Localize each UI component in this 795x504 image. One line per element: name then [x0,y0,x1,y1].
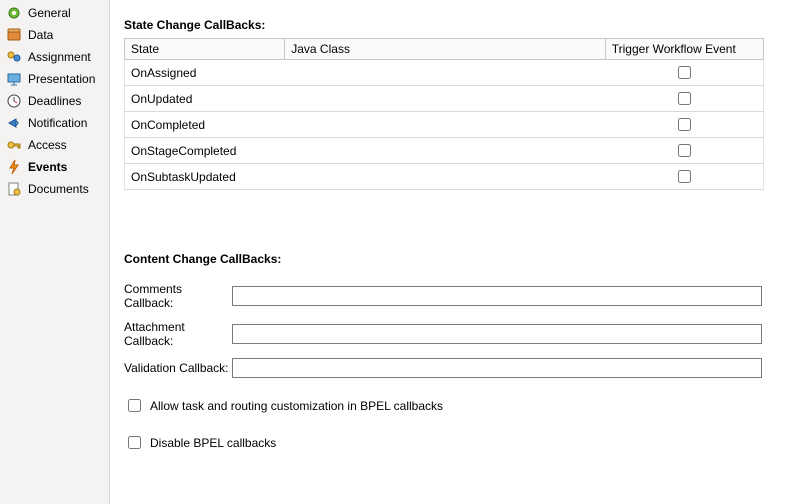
table-row[interactable]: OnSubtaskUpdated [125,164,764,190]
java-class-cell[interactable] [285,164,606,190]
gear-icon [6,5,22,21]
state-cell[interactable]: OnAssigned [125,60,285,86]
trigger-checkbox[interactable] [678,92,691,105]
presentation-icon [6,71,22,87]
disable-bpel-row: Disable BPEL callbacks [124,433,785,452]
sidebar-item-general[interactable]: General [0,2,109,24]
validation-callback-label: Validation Callback: [124,361,232,375]
state-cell[interactable]: OnCompleted [125,112,285,138]
validation-callback-row: Validation Callback: [124,358,785,378]
sidebar-item-label: Notification [28,116,87,130]
state-change-table: State Java Class Trigger Workflow Event … [124,38,764,190]
attachment-callback-input[interactable] [232,324,762,344]
content-change-title: Content Change CallBacks: [124,252,785,266]
sidebar-item-data[interactable]: Data [0,24,109,46]
lightning-icon [6,159,22,175]
sidebar-item-label: Presentation [28,72,95,86]
sidebar-item-deadlines[interactable]: Deadlines [0,90,109,112]
sidebar-item-presentation[interactable]: Presentation [0,68,109,90]
attachment-callback-label: Attachment Callback: [124,320,232,348]
state-cell[interactable]: OnUpdated [125,86,285,112]
sidebar-item-label: General [28,6,71,20]
java-class-cell[interactable] [285,86,606,112]
sidebar-item-label: Data [28,28,53,42]
assignment-icon [6,49,22,65]
table-row[interactable]: OnUpdated [125,86,764,112]
sidebar-item-events[interactable]: Events [0,156,109,178]
comments-callback-label: Comments Callback: [124,282,232,310]
sidebar-item-label: Events [28,160,67,174]
sidebar-item-label: Access [28,138,67,152]
table-row[interactable]: OnCompleted [125,112,764,138]
disable-bpel-label: Disable BPEL callbacks [150,436,276,450]
sidebar-item-documents[interactable]: Documents [0,178,109,200]
trigger-cell [605,138,763,164]
col-java-class[interactable]: Java Class [285,39,606,60]
sidebar-item-assignment[interactable]: Assignment [0,46,109,68]
key-icon [6,137,22,153]
validation-callback-input[interactable] [232,358,762,378]
java-class-cell[interactable] [285,138,606,164]
main-panel: State Change CallBacks: State Java Class… [110,0,795,504]
attachment-callback-row: Attachment Callback: [124,320,785,348]
trigger-cell [605,164,763,190]
trigger-cell [605,60,763,86]
data-icon [6,27,22,43]
document-icon [6,181,22,197]
trigger-checkbox[interactable] [678,170,691,183]
col-trigger[interactable]: Trigger Workflow Event [605,39,763,60]
trigger-checkbox[interactable] [678,118,691,131]
allow-customization-checkbox[interactable] [128,399,141,412]
trigger-cell [605,86,763,112]
state-change-title: State Change CallBacks: [124,18,785,32]
clock-icon [6,93,22,109]
state-cell[interactable]: OnStageCompleted [125,138,285,164]
sidebar-item-notification[interactable]: Notification [0,112,109,134]
col-state[interactable]: State [125,39,285,60]
comments-callback-row: Comments Callback: [124,282,785,310]
state-cell[interactable]: OnSubtaskUpdated [125,164,285,190]
disable-bpel-checkbox[interactable] [128,436,141,449]
table-row[interactable]: OnAssigned [125,60,764,86]
sidebar-item-label: Documents [28,182,89,196]
sidebar: General Data Assignment Presentation Dea… [0,0,110,504]
bell-icon [6,115,22,131]
trigger-checkbox[interactable] [678,144,691,157]
sidebar-item-label: Assignment [28,50,91,64]
allow-customization-row: Allow task and routing customization in … [124,396,785,415]
trigger-checkbox[interactable] [678,66,691,79]
java-class-cell[interactable] [285,112,606,138]
sidebar-item-access[interactable]: Access [0,134,109,156]
table-row[interactable]: OnStageCompleted [125,138,764,164]
trigger-cell [605,112,763,138]
sidebar-item-label: Deadlines [28,94,81,108]
java-class-cell[interactable] [285,60,606,86]
allow-customization-label: Allow task and routing customization in … [150,399,443,413]
comments-callback-input[interactable] [232,286,762,306]
